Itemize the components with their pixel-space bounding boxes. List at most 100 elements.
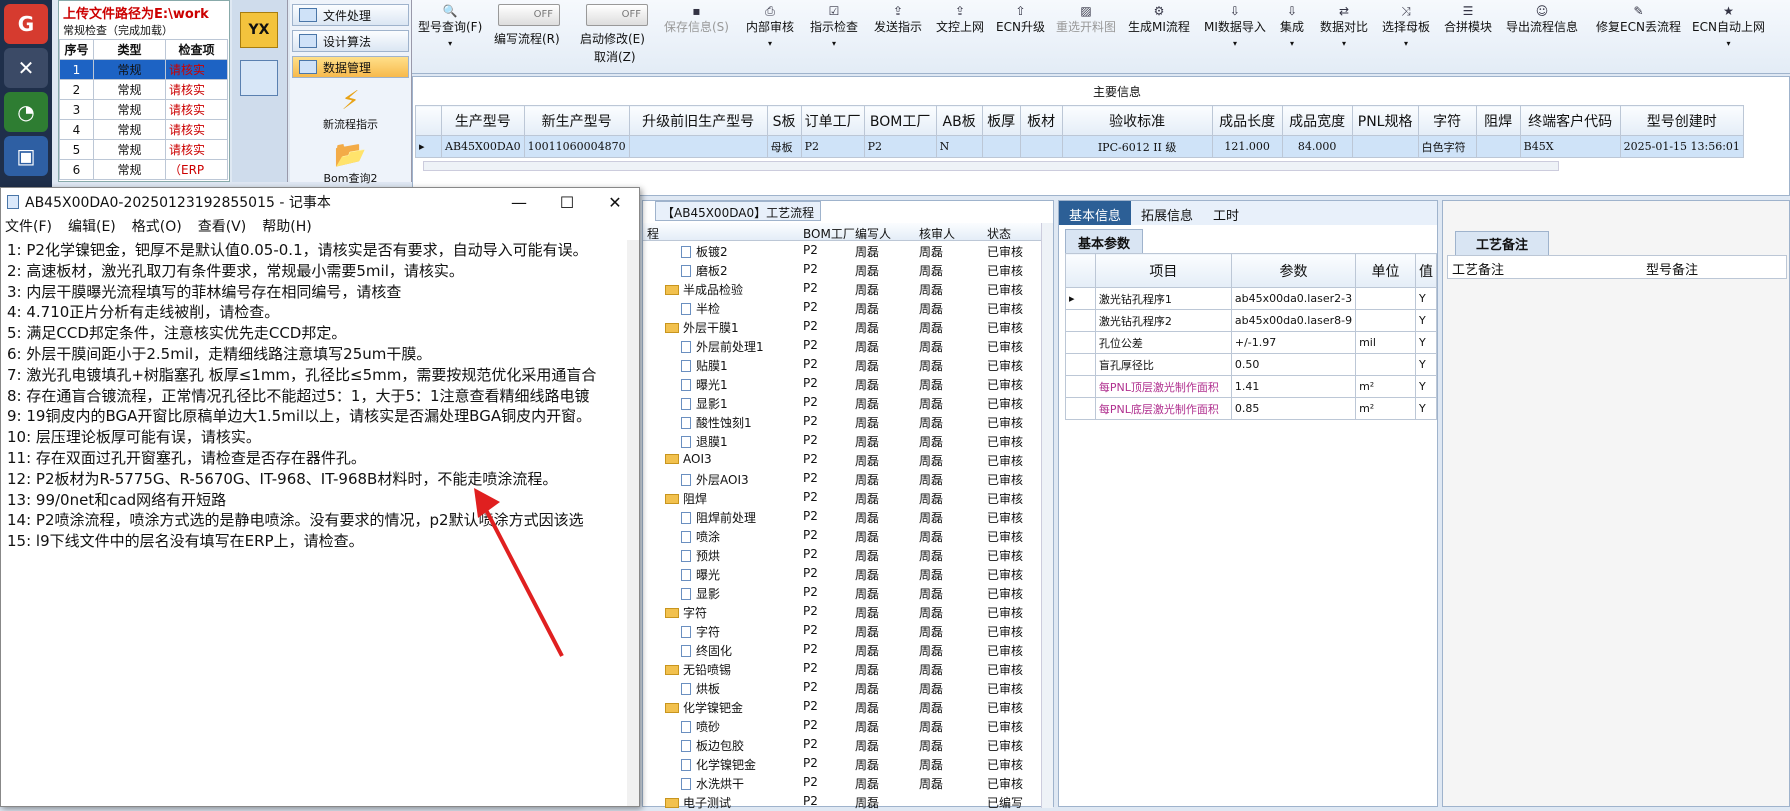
main-info-cell[interactable]: AB45X00DA0 <box>441 135 525 158</box>
check-row[interactable]: 4 常规 请核实 <box>59 119 228 140</box>
calculator-icon[interactable] <box>240 60 278 96</box>
process-tree-tab[interactable]: 【AB45X00DA0】工艺流程 <box>655 201 822 221</box>
model-query-button[interactable]: 🔍 型号查询(F) ▾ <box>418 4 482 49</box>
param-row[interactable]: 每PNL底层激光制作面积 0.85 m² Y <box>1065 397 1438 420</box>
guide-check-button[interactable]: ☑ 指示检查 ▾ <box>810 4 858 49</box>
check-row[interactable]: 6 常规 （ERP <box>59 159 228 180</box>
tree-row[interactable]: 半成品检验 P2 周磊 周磊 已审核 <box>643 279 1039 298</box>
tree-row[interactable]: 磨板2 P2 周磊 周磊 已审核 <box>643 260 1039 279</box>
nav-design-algorithm[interactable]: 设计算法 <box>292 30 409 52</box>
param-item[interactable]: 激光钻孔程序2 <box>1094 309 1232 332</box>
internal-review-button[interactable]: ⎙ 内部审核 ▾ <box>746 4 794 49</box>
param-unit[interactable]: m² <box>1355 397 1416 420</box>
param-row[interactable]: 孔位公差 +/-1.97 mil Y <box>1065 331 1438 354</box>
chart-icon[interactable]: ◔ <box>4 92 48 132</box>
close-icon[interactable]: ✕ <box>591 193 639 212</box>
main-info-cell[interactable]: 10011060004870 <box>523 135 630 158</box>
main-info-cell[interactable]: 2025-01-15 13:56:01 <box>1619 135 1744 158</box>
param-unit[interactable] <box>1355 287 1416 310</box>
tree-row[interactable]: 半检 P2 周磊 周磊 已审核 <box>643 298 1039 317</box>
tree-row[interactable]: 酸性蚀刻1 P2 周磊 周磊 已审核 <box>643 412 1039 431</box>
maximize-icon[interactable]: ☐ <box>543 193 591 212</box>
bom-query-button[interactable]: 📂 Bom查询2 <box>290 140 411 186</box>
main-info-cell[interactable]: 母板 <box>766 135 802 158</box>
tree-row[interactable]: 化学镍钯金 P2 周磊 周磊 已审核 <box>643 754 1039 773</box>
param-item[interactable]: 每PNL底层激光制作面积 <box>1094 397 1232 420</box>
tree-row[interactable]: 终固化 P2 周磊 周磊 已审核 <box>643 640 1039 659</box>
tree-row[interactable]: 无铅喷锡 P2 周磊 周磊 已审核 <box>643 659 1039 678</box>
param-flag[interactable]: Y <box>1414 353 1438 376</box>
tab-extended-info[interactable]: 拓展信息 <box>1131 201 1203 225</box>
tree-row[interactable]: 退膜1 P2 周磊 周磊 已审核 <box>643 431 1039 450</box>
param-flag[interactable]: Y <box>1414 397 1438 420</box>
tree-row[interactable]: 阻焊前处理 P2 周磊 周磊 已审核 <box>643 507 1039 526</box>
export-flow-button[interactable]: ☺ 导出流程信息 <box>1506 4 1578 35</box>
redraw-panel-button[interactable]: ▨ 重选开料图 <box>1056 4 1116 35</box>
tree-row[interactable]: 预烘 P2 周磊 周磊 已审核 <box>643 545 1039 564</box>
tree-row[interactable]: 曝光 P2 周磊 周磊 已审核 <box>643 564 1039 583</box>
param-item[interactable]: 每PNL顶层激光制作面积 <box>1094 375 1232 398</box>
tab-work-hours[interactable]: 工时 <box>1203 201 1249 225</box>
send-guide-button[interactable]: ⇪ 发送指示 <box>874 4 922 35</box>
tree-row[interactable]: 阻焊 P2 周磊 周磊 已审核 <box>643 488 1039 507</box>
select-master-button[interactable]: ⤨ 选择母板 ▾ <box>1382 4 1430 49</box>
nav-file-processing[interactable]: 文件处理 <box>292 4 409 26</box>
tree-row[interactable]: 外层干膜1 P2 周磊 周磊 已审核 <box>643 317 1039 336</box>
main-info-cell[interactable]: 白色字符 <box>1417 135 1477 158</box>
param-param[interactable]: 0.85 <box>1230 397 1357 420</box>
start-modify-toggle[interactable]: OFF <box>586 4 648 26</box>
main-info-cell[interactable] <box>1475 135 1521 158</box>
param-row[interactable]: 盲孔厚径比 0.50 Y <box>1065 353 1438 376</box>
main-info-scrollbar[interactable] <box>423 161 1559 171</box>
ecn-upgrade-button[interactable]: ⇧ ECN升级 <box>996 4 1045 35</box>
menu-format[interactable]: 格式(O) <box>132 216 182 238</box>
param-flag[interactable]: Y <box>1414 309 1438 332</box>
tools-icon[interactable]: ✕ <box>4 48 48 88</box>
g-logo-icon[interactable]: G <box>4 4 48 44</box>
fix-ecn-button[interactable]: ✎ 修复ECN丢流程 <box>1596 4 1681 35</box>
tree-row[interactable]: 喷涂 P2 周磊 周磊 已审核 <box>643 526 1039 545</box>
param-param[interactable]: +/-1.97 <box>1230 331 1357 354</box>
param-flag[interactable]: Y <box>1414 287 1438 310</box>
tree-row[interactable]: 字符 P2 周磊 周磊 已审核 <box>643 602 1039 621</box>
mi-import-button[interactable]: ⇩ MI数据导入 ▾ <box>1204 4 1266 49</box>
main-info-cell[interactable]: P2 <box>863 135 937 158</box>
tree-row[interactable]: 显影1 P2 周磊 周磊 已审核 <box>643 393 1039 412</box>
param-unit[interactable]: m² <box>1355 375 1416 398</box>
param-row[interactable]: 激光钻孔程序2 ab45x00da0.laser8-9 Y <box>1065 309 1438 332</box>
main-info-cell[interactable] <box>981 135 1021 158</box>
main-info-cell[interactable] <box>628 135 768 158</box>
tree-row[interactable]: 化学镍钯金 P2 周磊 周磊 已审核 <box>643 697 1039 716</box>
notepad-scrollbar[interactable] <box>627 240 639 806</box>
param-param[interactable]: ab45x00da0.laser8-9 <box>1230 309 1357 332</box>
tree-row[interactable]: 显影 P2 周磊 周磊 已审核 <box>643 583 1039 602</box>
param-item[interactable]: 激光钻孔程序1 <box>1094 287 1232 310</box>
tree-row[interactable]: 外层前处理1 P2 周磊 周磊 已审核 <box>643 336 1039 355</box>
edit-flow-toggle[interactable]: OFF <box>498 4 560 26</box>
gen-mi-flow-button[interactable]: ⚙ 生成MI流程 <box>1128 4 1190 35</box>
integrate-button[interactable]: ⇩ 集成 ▾ <box>1280 4 1304 49</box>
param-param[interactable]: 1.41 <box>1230 375 1357 398</box>
tree-row[interactable]: 板边包胶 P2 周磊 周磊 已审核 <box>643 735 1039 754</box>
main-info-cell[interactable]: P2 <box>800 135 865 158</box>
tree-row[interactable]: 喷砂 P2 周磊 周磊 已审核 <box>643 716 1039 735</box>
yx-logo[interactable]: YX <box>240 12 278 48</box>
save-info-button[interactable]: ▪ 保存信息(S) <box>664 4 729 35</box>
cancel-button[interactable]: 取消(Z) <box>594 48 636 65</box>
param-item[interactable]: 孔位公差 <box>1094 331 1232 354</box>
doc-upload-button[interactable]: ⇪ 文控上网 <box>936 4 984 35</box>
main-info-cell[interactable]: IPC-6012 II 级 <box>1061 135 1213 158</box>
check-row[interactable]: 2 常规 请核实 <box>59 79 228 100</box>
tree-row[interactable]: 板镀2 P2 周磊 周磊 已审核 <box>643 241 1039 260</box>
tree-row[interactable]: 电子测试 P2 周磊 已编写 <box>643 792 1039 811</box>
merge-module-button[interactable]: ☰ 合拼模块 <box>1444 4 1492 35</box>
main-info-cell[interactable]: 84.000 <box>1281 135 1353 158</box>
param-param[interactable]: 0.50 <box>1230 353 1357 376</box>
minimize-icon[interactable]: — <box>495 193 543 212</box>
param-unit[interactable] <box>1355 309 1416 332</box>
param-item[interactable]: 盲孔厚径比 <box>1094 353 1232 376</box>
main-info-cell[interactable]: B45X <box>1519 135 1621 158</box>
main-info-cell[interactable] <box>1019 135 1063 158</box>
notepad-titlebar[interactable]: AB45X00DA0-20250123192855015 - 记事本 — ☐ ✕ <box>1 188 639 216</box>
main-info-cell[interactable] <box>1351 135 1419 158</box>
